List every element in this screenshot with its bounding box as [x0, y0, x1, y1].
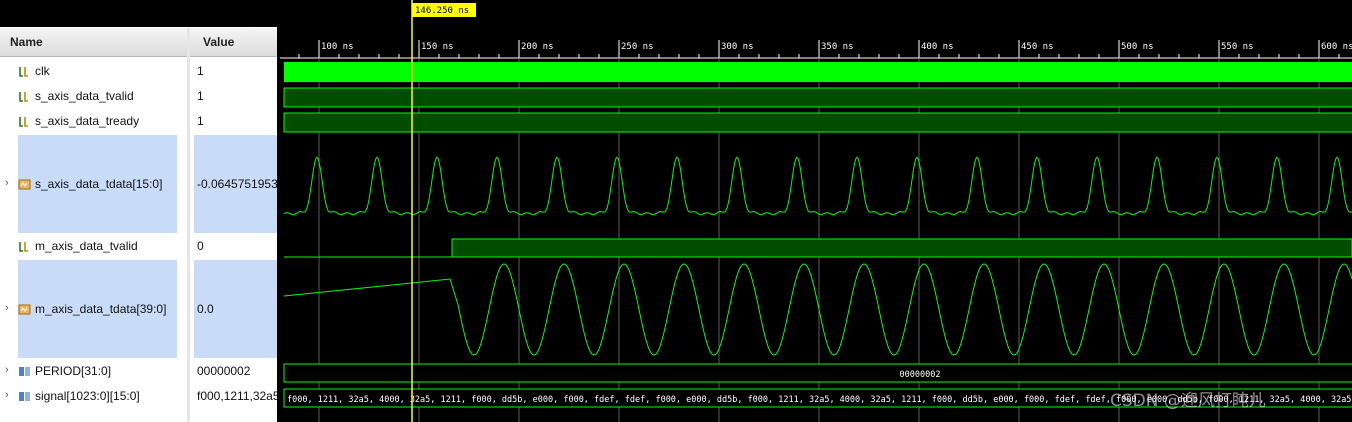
time-tick-label: 350 ns: [821, 42, 854, 52]
name-column-header[interactable]: Name: [0, 28, 187, 57]
time-tick-label: 450 ns: [1021, 42, 1054, 52]
time-tick-label: 250 ns: [621, 42, 654, 52]
signal-value-label: 1: [197, 64, 204, 78]
bit-signal-icon: [18, 90, 31, 103]
signal-name-label: s_axis_data_tdata[15:0]: [35, 177, 163, 191]
cursor-time-label: 146.250 ns: [415, 6, 469, 16]
signal-row[interactable]: clk 1: [0, 60, 278, 82]
signal-name-cell[interactable]: › m_axis_data_tdata[39:0]: [0, 260, 187, 358]
signal-name-label: m_axis_data_tdata[39:0]: [35, 302, 167, 316]
signal-row[interactable]: › PERIOD[31:0] 00000002: [0, 360, 278, 382]
value-column-header[interactable]: Value: [190, 28, 277, 57]
expand-chevron-icon[interactable]: ›: [5, 177, 9, 189]
signal-value-cell[interactable]: -0.0645751953: [194, 135, 277, 233]
time-tick-label: 150 ns: [421, 42, 454, 52]
time-tick-label: 200 ns: [521, 42, 554, 52]
signal-name-cell[interactable]: s_axis_data_tvalid: [0, 85, 187, 107]
signal-list-panel: Name Value clk 1 s_axis_data_tvalid 1 s_axis…: [0, 0, 280, 422]
m-axis-tvalid-high: [451, 238, 1352, 258]
signal-value-label: -0.0645751953: [197, 177, 277, 191]
signal-value-cell[interactable]: f000,1211,32a5: [194, 385, 277, 407]
expand-chevron-icon[interactable]: ›: [5, 302, 9, 314]
bit-signal-icon: [18, 240, 31, 253]
bit-signal-icon: [18, 65, 31, 78]
signal-row[interactable]: m_axis_data_tvalid 0: [0, 235, 278, 257]
signal-name-cell[interactable]: s_axis_data_tready: [0, 110, 187, 132]
bus-icon: [18, 365, 31, 378]
time-tick-label: 550 ns: [1221, 42, 1254, 52]
time-tick-label: 300 ns: [721, 42, 754, 52]
signal-value-cell[interactable]: 1: [194, 60, 277, 82]
time-tick-label: 400 ns: [921, 42, 954, 52]
waveform-canvas[interactable]: 100 ns 150 ns 200 ns 250 ns 300 ns 350 ns 400 …: [280, 0, 1352, 422]
signal-value-cell[interactable]: 0.0: [194, 260, 277, 358]
time-tick-label: 100 ns: [321, 42, 354, 52]
bus-icon: [18, 390, 31, 403]
signal-name-label: signal[1023:0][15:0]: [35, 389, 140, 403]
signal-value-label: 1: [197, 114, 204, 128]
signal-row[interactable]: › s_axis_data_tdata[15:0] -0.0645751953: [0, 135, 278, 233]
panel-toolbar-area: [0, 0, 278, 27]
signal-row[interactable]: › signal[1023:0][15:0] f000,1211,32a5: [0, 385, 278, 407]
signal-name-label: s_axis_data_tvalid: [35, 89, 134, 103]
signal-name-cell[interactable]: m_axis_data_tvalid: [0, 235, 187, 257]
signal-row[interactable]: s_axis_data_tready 1: [0, 110, 278, 132]
signal-value-cell[interactable]: 00000002: [194, 360, 277, 382]
time-tick-label: 500 ns: [1121, 42, 1154, 52]
period-bus-value: 00000002: [900, 370, 941, 380]
s-axis-tready-wave: [283, 112, 1352, 133]
analog-bus-icon: [18, 178, 31, 191]
signal-value-cell[interactable]: 1: [194, 110, 277, 132]
signal-name-cell[interactable]: › PERIOD[31:0]: [0, 360, 187, 382]
expand-chevron-icon[interactable]: ›: [5, 364, 9, 376]
signal-name-cell[interactable]: › signal[1023:0][15:0]: [0, 385, 187, 407]
signal-value-label: 00000002: [197, 364, 251, 378]
clk-wave: [284, 62, 1352, 82]
expand-chevron-icon[interactable]: ›: [5, 389, 9, 401]
time-tick-label: 600 ns: [1321, 42, 1352, 52]
signal-name-cell[interactable]: › s_axis_data_tdata[15:0]: [0, 135, 187, 233]
signal-name-cell[interactable]: clk: [0, 60, 187, 82]
signal-name-label: PERIOD[31:0]: [35, 364, 112, 378]
signal-value-label: 0.0: [197, 302, 214, 316]
signal-name-label: m_axis_data_tvalid: [35, 239, 138, 253]
signal-value-label: 0: [197, 239, 204, 253]
signal-value-label: 1: [197, 89, 204, 103]
period-bus: [283, 363, 1352, 383]
analog-bus-icon: [18, 303, 31, 316]
signal-value-label: f000,1211,32a5: [197, 389, 277, 403]
signal-value-cell[interactable]: 1: [194, 85, 277, 107]
signal-row[interactable]: › m_axis_data_tdata[39:0] 0.0: [0, 260, 278, 358]
bit-signal-icon: [18, 115, 31, 128]
signal-name-label: s_axis_data_tready: [35, 114, 140, 128]
watermark: CSDN @迎风打盹儿: [1110, 391, 1266, 411]
signal-name-label: clk: [35, 64, 50, 78]
s-axis-tvalid-wave: [283, 87, 1352, 108]
signal-row[interactable]: s_axis_data_tvalid 1: [0, 85, 278, 107]
signal-value-cell[interactable]: 0: [194, 235, 277, 257]
